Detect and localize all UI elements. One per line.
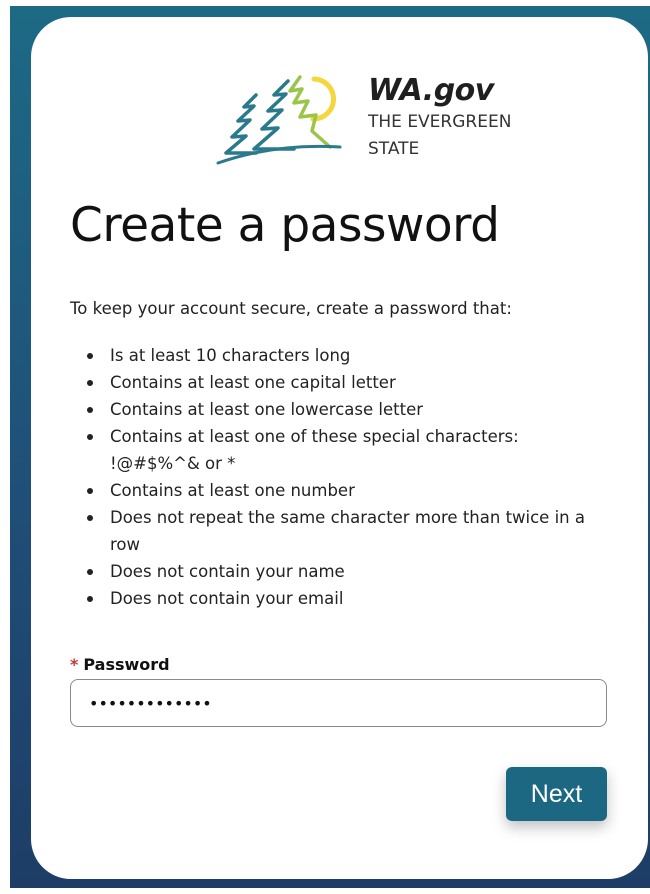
password-label: * Password xyxy=(70,654,170,676)
evergreen-trees-sun-logo-icon xyxy=(216,75,342,165)
next-button[interactable]: Next xyxy=(506,767,607,821)
requirement-item: Contains at least one capital letter xyxy=(70,369,610,396)
password-label-text: Password xyxy=(83,655,170,674)
requirement-item: Does not repeat the same character more … xyxy=(70,504,610,558)
password-requirements-intro: To keep your account secure, create a pa… xyxy=(70,299,512,318)
requirement-item: Does not contain your name xyxy=(70,558,610,585)
requirement-item: Contains at least one lowercase letter xyxy=(70,396,610,423)
password-input[interactable] xyxy=(70,679,607,727)
logo-tagline-line2: STATE xyxy=(368,139,420,159)
logo-text: WA.gov THE EVERGREEN STATE xyxy=(368,73,511,163)
password-requirements-list: Is at least 10 characters long Contains … xyxy=(70,342,610,612)
requirement-item: Contains at least one number xyxy=(70,477,610,504)
wa-gov-logo: WA.gov THE EVERGREEN STATE xyxy=(216,73,536,173)
requirement-item: Is at least 10 characters long xyxy=(70,342,610,369)
logo-tagline-line1: THE EVERGREEN xyxy=(368,112,512,132)
requirement-item: Contains at least one of these special c… xyxy=(70,423,610,477)
requirement-item: Does not contain your email xyxy=(70,585,610,612)
page-title: Create a password xyxy=(70,198,500,253)
logo-brand: WA.gov xyxy=(368,73,494,108)
required-marker: * xyxy=(70,655,79,674)
